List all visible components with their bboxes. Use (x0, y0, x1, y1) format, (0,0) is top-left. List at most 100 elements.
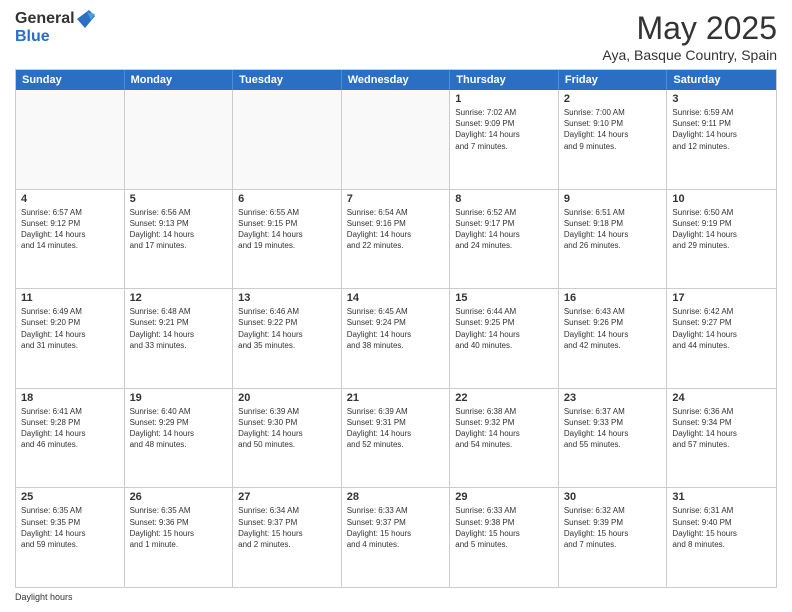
calendar: SundayMondayTuesdayWednesdayThursdayFrid… (15, 69, 777, 588)
day-info: Sunrise: 6:33 AMSunset: 9:38 PMDaylight:… (455, 505, 553, 550)
day-info: Sunrise: 6:39 AMSunset: 9:31 PMDaylight:… (347, 406, 445, 451)
subtitle: Aya, Basque Country, Spain (602, 47, 777, 63)
day-cell-empty (125, 90, 234, 189)
day-cell-8: 8Sunrise: 6:52 AMSunset: 9:17 PMDaylight… (450, 190, 559, 289)
day-number: 25 (21, 491, 119, 503)
day-header-tuesday: Tuesday (233, 70, 342, 90)
day-number: 13 (238, 292, 336, 304)
day-number: 11 (21, 292, 119, 304)
day-number: 10 (672, 193, 771, 205)
day-info: Sunrise: 6:55 AMSunset: 9:15 PMDaylight:… (238, 207, 336, 252)
day-cell-15: 15Sunrise: 6:44 AMSunset: 9:25 PMDayligh… (450, 289, 559, 388)
day-number: 30 (564, 491, 662, 503)
day-info: Sunrise: 7:00 AMSunset: 9:10 PMDaylight:… (564, 107, 662, 152)
calendar-header: SundayMondayTuesdayWednesdayThursdayFrid… (16, 70, 776, 90)
day-cell-18: 18Sunrise: 6:41 AMSunset: 9:28 PMDayligh… (16, 389, 125, 488)
day-cell-24: 24 Sunrise: 6:36 AMSunset: 9:34 PMDayligh… (667, 389, 776, 488)
day-info: Sunrise: 6:38 AMSunset: 9:32 PMDaylight:… (455, 406, 553, 451)
daylight-label: Daylight hours (15, 592, 73, 602)
title-area: May 2025 Aya, Basque Country, Spain (602, 10, 777, 63)
day-cell-2: 2 Sunrise: 7:00 AMSunset: 9:10 PMDaylight… (559, 90, 668, 189)
day-cell-5: 5 Sunrise: 6:56 AMSunset: 9:13 PMDaylight… (125, 190, 234, 289)
day-info: Sunrise: 6:54 AMSunset: 9:16 PMDaylight:… (347, 207, 445, 252)
day-info: Sunrise: 6:43 AMSunset: 9:26 PMDaylight:… (564, 306, 662, 351)
day-cell-27: 27Sunrise: 6:34 AMSunset: 9:37 PMDayligh… (233, 488, 342, 587)
day-info: Sunrise: 6:36 AMSunset: 9:34 PMDaylight:… (672, 406, 771, 451)
week-row-3: 11 Sunrise: 6:49 AMSunset: 9:20 PMDayligh… (16, 289, 776, 389)
day-cell-13: 13Sunrise: 6:46 AMSunset: 9:22 PMDayligh… (233, 289, 342, 388)
day-number: 6 (238, 193, 336, 205)
day-info: Sunrise: 6:42 AMSunset: 9:27 PMDaylight:… (672, 306, 771, 351)
day-number: 23 (564, 392, 662, 404)
day-info: Sunrise: 6:52 AMSunset: 9:17 PMDaylight:… (455, 207, 553, 252)
day-cell-17: 17 Sunrise: 6:42 AMSunset: 9:27 PMDayligh… (667, 289, 776, 388)
day-info: Sunrise: 6:33 AMSunset: 9:37 PMDaylight:… (347, 505, 445, 550)
day-cell-22: 22 Sunrise: 6:38 AMSunset: 9:32 PMDayligh… (450, 389, 559, 488)
day-header-wednesday: Wednesday (342, 70, 451, 90)
header: General Blue May 2025 Aya, Basque Countr… (15, 10, 777, 63)
day-number: 17 (672, 292, 771, 304)
day-cell-29: 29Sunrise: 6:33 AMSunset: 9:38 PMDayligh… (450, 488, 559, 587)
main-title: May 2025 (602, 10, 777, 47)
day-number: 14 (347, 292, 445, 304)
day-number: 19 (130, 392, 228, 404)
day-cell-28: 28 Sunrise: 6:33 AMSunset: 9:37 PMDayligh… (342, 488, 451, 587)
day-cell-30: 30 Sunrise: 6:32 AMSunset: 9:39 PMDayligh… (559, 488, 668, 587)
day-info: Sunrise: 6:49 AMSunset: 9:20 PMDaylight:… (21, 306, 119, 351)
day-cell-23: 23 Sunrise: 6:37 AMSunset: 9:33 PMDayligh… (559, 389, 668, 488)
page: General Blue May 2025 Aya, Basque Countr… (0, 0, 792, 612)
day-info: Sunrise: 6:40 AMSunset: 9:29 PMDaylight:… (130, 406, 228, 451)
day-info: Sunrise: 6:50 AMSunset: 9:19 PMDaylight:… (672, 207, 771, 252)
logo: General Blue (15, 10, 95, 46)
day-info: Sunrise: 6:56 AMSunset: 9:13 PMDaylight:… (130, 207, 228, 252)
week-row-4: 18Sunrise: 6:41 AMSunset: 9:28 PMDayligh… (16, 389, 776, 489)
day-cell-26: 26Sunrise: 6:35 AMSunset: 9:36 PMDayligh… (125, 488, 234, 587)
day-cell-31: 31Sunrise: 6:31 AMSunset: 9:40 PMDayligh… (667, 488, 776, 587)
day-number: 3 (672, 93, 771, 105)
day-number: 5 (130, 193, 228, 205)
day-cell-20: 20 Sunrise: 6:39 AMSunset: 9:30 PMDayligh… (233, 389, 342, 488)
footer: Daylight hours (15, 592, 777, 602)
day-info: Sunrise: 6:45 AMSunset: 9:24 PMDaylight:… (347, 306, 445, 351)
day-header-monday: Monday (125, 70, 234, 90)
day-cell-1: 1Sunrise: 7:02 AMSunset: 9:09 PMDaylight… (450, 90, 559, 189)
day-cell-4: 4Sunrise: 6:57 AMSunset: 9:12 PMDaylight… (16, 190, 125, 289)
day-number: 12 (130, 292, 228, 304)
day-info: Sunrise: 6:31 AMSunset: 9:40 PMDaylight:… (672, 505, 771, 550)
day-cell-19: 19 Sunrise: 6:40 AMSunset: 9:29 PMDayligh… (125, 389, 234, 488)
day-info: Sunrise: 6:44 AMSunset: 9:25 PMDaylight:… (455, 306, 553, 351)
day-cell-empty (233, 90, 342, 189)
day-cell-25: 25Sunrise: 6:35 AMSunset: 9:35 PMDayligh… (16, 488, 125, 587)
week-row-1: 1Sunrise: 7:02 AMSunset: 9:09 PMDaylight… (16, 90, 776, 190)
logo-container: General Blue (15, 10, 95, 46)
day-number: 2 (564, 93, 662, 105)
day-header-sunday: Sunday (16, 70, 125, 90)
logo-blue: Blue (15, 28, 50, 46)
day-number: 9 (564, 193, 662, 205)
logo-general: General (15, 10, 75, 28)
logo-bird-icon (77, 10, 95, 28)
day-cell-empty (342, 90, 451, 189)
day-header-thursday: Thursday (450, 70, 559, 90)
day-info: Sunrise: 6:35 AMSunset: 9:36 PMDaylight:… (130, 505, 228, 550)
day-number: 20 (238, 392, 336, 404)
day-number: 21 (347, 392, 445, 404)
day-info: Sunrise: 6:59 AMSunset: 9:11 PMDaylight:… (672, 107, 771, 152)
day-info: Sunrise: 6:51 AMSunset: 9:18 PMDaylight:… (564, 207, 662, 252)
day-cell-21: 21 Sunrise: 6:39 AMSunset: 9:31 PMDayligh… (342, 389, 451, 488)
day-cell-10: 10 Sunrise: 6:50 AMSunset: 9:19 PMDayligh… (667, 190, 776, 289)
calendar-body: 1Sunrise: 7:02 AMSunset: 9:09 PMDaylight… (16, 90, 776, 587)
day-cell-9: 9 Sunrise: 6:51 AMSunset: 9:18 PMDaylight… (559, 190, 668, 289)
day-header-saturday: Saturday (667, 70, 776, 90)
week-row-2: 4Sunrise: 6:57 AMSunset: 9:12 PMDaylight… (16, 190, 776, 290)
day-info: Sunrise: 7:02 AMSunset: 9:09 PMDaylight:… (455, 107, 553, 152)
day-cell-6: 6 Sunrise: 6:55 AMSunset: 9:15 PMDaylight… (233, 190, 342, 289)
day-number: 24 (672, 392, 771, 404)
day-number: 27 (238, 491, 336, 503)
day-info: Sunrise: 6:37 AMSunset: 9:33 PMDaylight:… (564, 406, 662, 451)
day-info: Sunrise: 6:39 AMSunset: 9:30 PMDaylight:… (238, 406, 336, 451)
day-cell-14: 14 Sunrise: 6:45 AMSunset: 9:24 PMDayligh… (342, 289, 451, 388)
day-number: 28 (347, 491, 445, 503)
day-number: 22 (455, 392, 553, 404)
day-info: Sunrise: 6:32 AMSunset: 9:39 PMDaylight:… (564, 505, 662, 550)
